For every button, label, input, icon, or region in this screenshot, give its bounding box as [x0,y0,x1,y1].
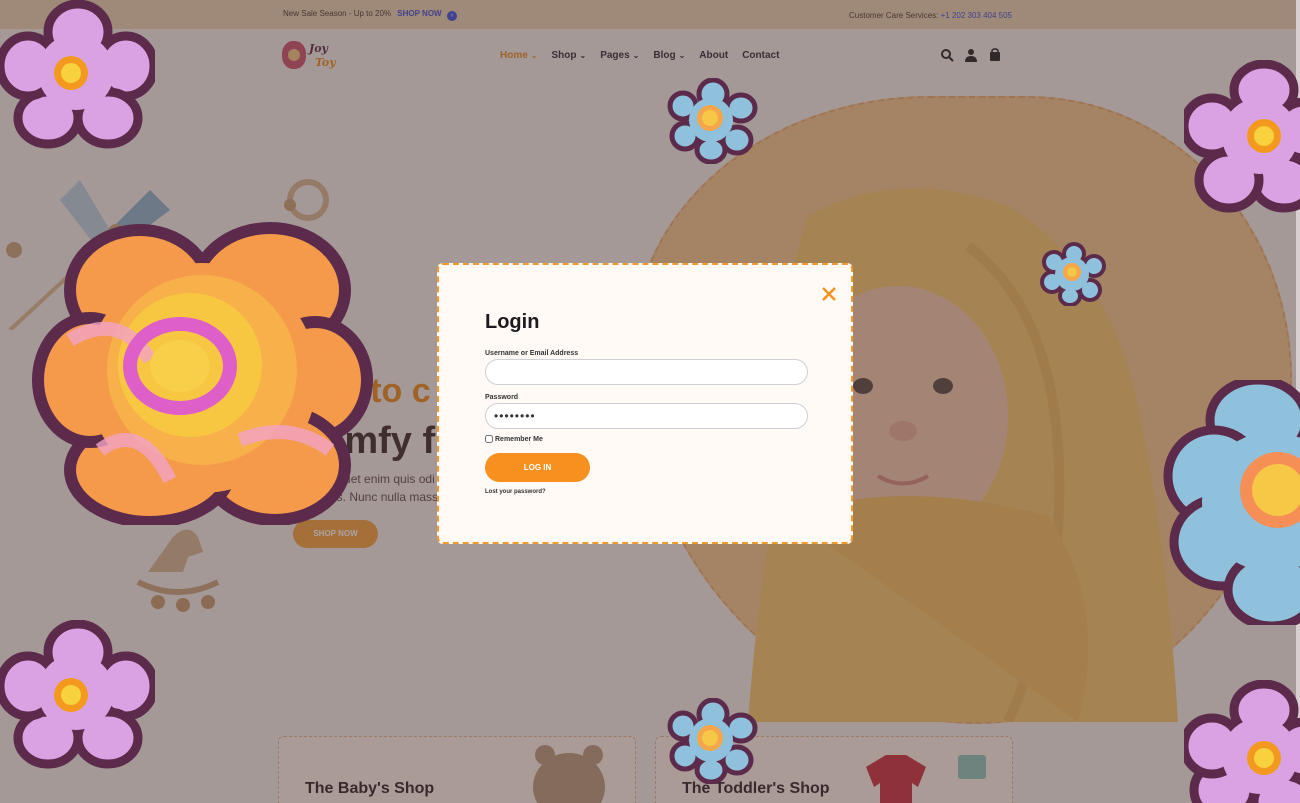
blue-flower-decoration [667,698,758,784]
lost-password-link[interactable]: Lost your password? [485,489,546,495]
purple-flower-decoration [1184,60,1300,213]
purple-flower-decoration [1184,680,1300,803]
remember-me-checkbox[interactable] [485,435,493,443]
orange-flower-decoration [32,222,373,525]
purple-flower-decoration [0,620,155,769]
password-field[interactable] [485,403,808,429]
remember-me-label: Remember Me [495,435,543,443]
close-icon[interactable] [820,285,838,303]
password-label: Password [485,394,519,401]
blue-flower-decoration [1163,380,1300,625]
blue-flower-decoration [667,78,758,164]
username-field[interactable] [485,359,808,385]
purple-flower-decoration [0,0,155,149]
login-title: Login [485,311,540,333]
remember-me[interactable]: Remember Me [485,435,543,443]
login-modal: Login Username or Email Address Password… [437,263,853,544]
username-label: Username or Email Address [485,350,579,357]
blue-flower-decoration [1040,242,1106,306]
login-button[interactable]: LOG IN [485,453,590,482]
